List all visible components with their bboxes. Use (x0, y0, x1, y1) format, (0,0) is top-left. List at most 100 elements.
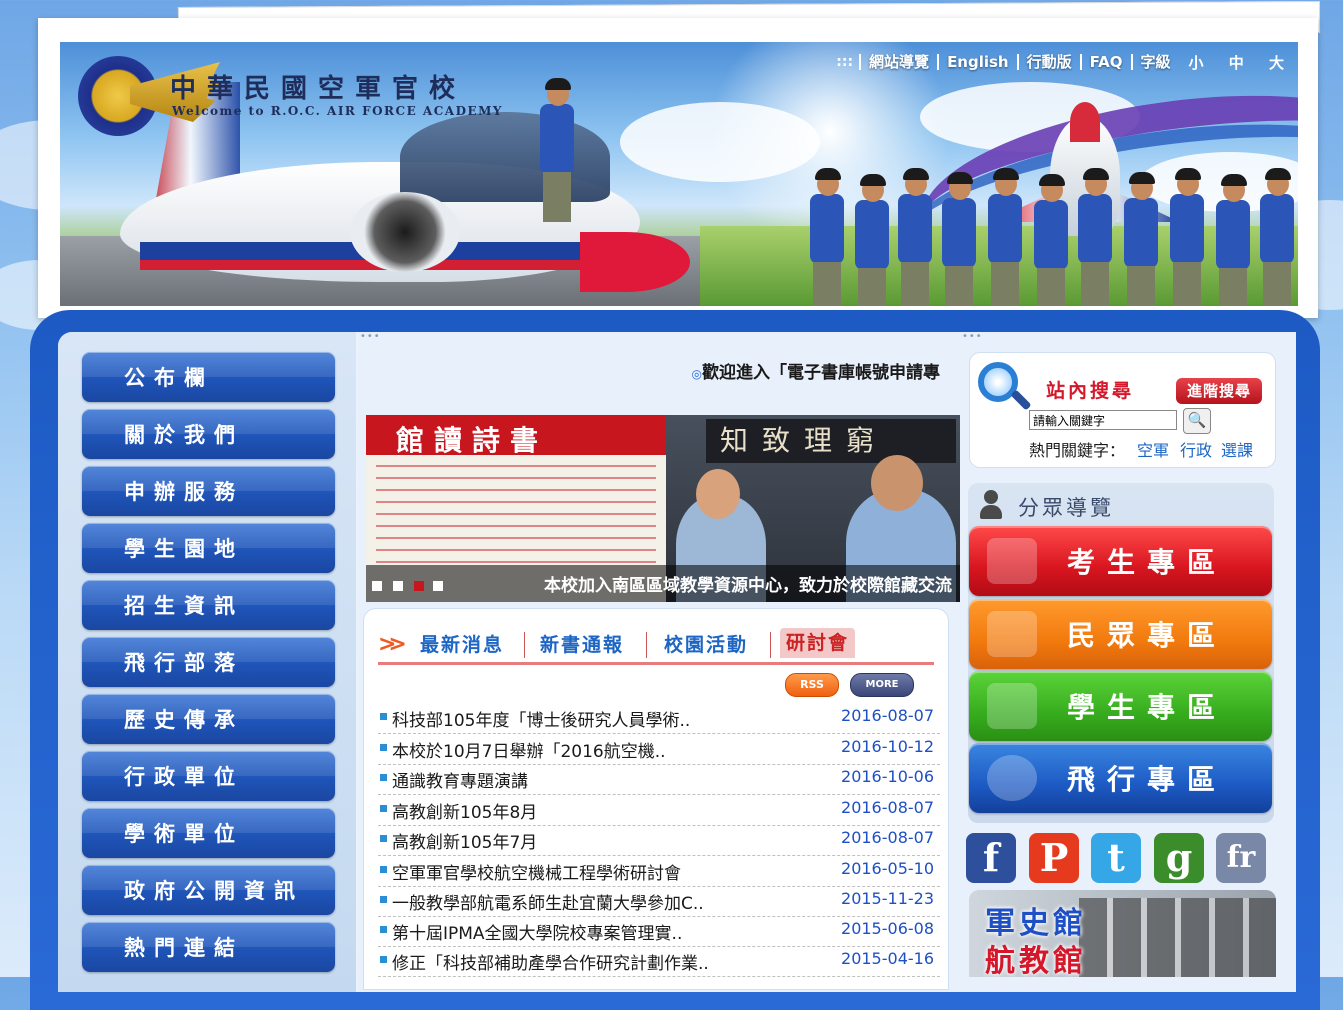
bullet-icon (380, 926, 387, 933)
news-row[interactable]: 一般教學部航電系師生赴宜蘭大學參加C.. 2015-11-23 (378, 886, 940, 917)
sidebar-item-admissions[interactable]: 招生資訊 (82, 580, 335, 630)
news-row[interactable]: 科技部105年度「博士後研究人員學術.. 2016-08-07 (378, 703, 940, 734)
news-date: 2016-10-06 (841, 767, 934, 786)
zone-public[interactable]: 民眾專區 (969, 599, 1272, 669)
news-title[interactable]: 本校於10月7日舉辦「2016航空機.. (392, 737, 666, 762)
font-size-options[interactable]: 小 中 大 (1179, 52, 1298, 73)
zone-students[interactable]: 學生專區 (969, 671, 1272, 741)
zone-label: 民眾專區 (1067, 619, 1228, 652)
news-date: 2015-06-08 (841, 919, 934, 938)
news-row[interactable]: 本校於10月7日舉辦「2016航空機.. 2016-10-12 (378, 734, 940, 765)
news-title[interactable]: 第十屆IPMA全國大學院校專案管理實.. (392, 919, 682, 944)
news-title[interactable]: 科技部105年度「博士後研究人員學術.. (392, 706, 690, 731)
sidebar-item-gov-info[interactable]: 政府公開資訊 (82, 865, 335, 915)
slide-dot-1[interactable] (372, 581, 382, 591)
news-title[interactable]: 高教創新105年8月 (392, 798, 537, 823)
marquee-text[interactable]: 歡迎進入「電子書庫帳號申請專 (702, 363, 940, 383)
hot-keyword-link[interactable]: 選課 (1221, 437, 1253, 461)
sidebar-item-academic-units[interactable]: 學術單位 (82, 808, 335, 858)
nav-link-english[interactable]: English (937, 54, 1017, 70)
pilot-figure (1260, 168, 1294, 306)
news-row[interactable]: 空軍軍官學校航空機械工程學術研討會 2016-05-10 (378, 856, 940, 887)
hot-keyword-link[interactable]: 行政 (1180, 437, 1212, 461)
search-input[interactable] (1029, 410, 1177, 430)
plurk-icon[interactable]: P (1029, 833, 1079, 883)
banner-cloud (620, 102, 820, 182)
news-title[interactable]: 空軍軍官學校航空機械工程學術研討會 (392, 859, 681, 884)
audience-nav-title: 分眾導覽 (1018, 496, 1114, 520)
pilot-figure (1078, 168, 1112, 306)
top-navigation: ::: 網站導覽 English 行動版 FAQ 字級 小 中 大 (830, 50, 1298, 74)
news-row[interactable]: 第十屆IPMA全國大學院校專案管理實.. 2015-06-08 (378, 916, 940, 947)
search-title: 站內搜尋 (1046, 380, 1135, 402)
slide-plaque: 知致理窮 (706, 419, 956, 463)
sidebar-item-bulletin[interactable]: 公布欄 (82, 352, 335, 402)
sidebar-item-students[interactable]: 學生園地 (82, 523, 335, 573)
tab-seminars[interactable]: 研討會 (780, 628, 856, 658)
divider-dots: ••• (962, 331, 983, 342)
nav-link-faq[interactable]: FAQ (1079, 54, 1131, 70)
news-title[interactable]: 高教創新105年7月 (392, 828, 537, 853)
search-submit-icon[interactable]: 🔍 (1183, 408, 1211, 434)
news-title[interactable]: 修正「科技部補助產學合作研究計劃作業.. (392, 949, 709, 974)
sidebar-item-flight-blog[interactable]: 飛行部落 (82, 637, 335, 687)
sidebar-item-services[interactable]: 申辦服務 (82, 466, 335, 516)
site-title[interactable]: 中華民國空軍官校 (170, 68, 466, 105)
news-row[interactable]: 通識教育專題演講 2016-10-06 (378, 764, 940, 795)
slide-caption[interactable]: 本校加入南區區域教學資源中心，致力於校際館藏交流 (544, 571, 952, 596)
sidebar-item-about[interactable]: 關於我們 (82, 409, 335, 459)
person-icon (980, 490, 1002, 520)
pilot-figure (855, 174, 889, 306)
advanced-search-button[interactable]: 進階搜尋 (1176, 378, 1262, 404)
zone-applicants[interactable]: 考生專區 (969, 526, 1272, 596)
museum-banner[interactable]: 軍史館 航教館 (969, 890, 1276, 977)
tablet-icon (987, 683, 1037, 729)
news-title[interactable]: 一般教學部航電系師生赴宜蘭大學參加C.. (392, 889, 704, 914)
zone-label: 飛行專區 (1067, 763, 1228, 796)
bullet-icon (380, 866, 387, 873)
facebook-icon[interactable]: f (966, 833, 1016, 883)
news-title[interactable]: 通識教育專題演講 (392, 767, 528, 792)
news-row[interactable]: 高教創新105年7月 2016-08-07 (378, 825, 940, 856)
rss-button[interactable]: RSS (785, 673, 839, 697)
news-row[interactable]: 高教創新105年8月 2016-08-07 (378, 795, 940, 826)
zone-flight[interactable]: 飛行專區 (969, 743, 1272, 813)
bullet-icon (380, 835, 387, 842)
sidebar-item-hot-links[interactable]: 熱門連結 (82, 922, 335, 972)
tab-campus-activities[interactable]: 校園活動 (664, 630, 748, 657)
globe-icon (987, 755, 1037, 801)
tab-divider (770, 632, 771, 658)
pilot-figure (898, 168, 932, 306)
jet-canopy (400, 112, 610, 202)
marquee-bullet-icon: ◎ (691, 367, 702, 381)
nav-accesskey[interactable]: ::: (830, 54, 859, 70)
hot-keyword-link[interactable]: 空軍 (1137, 437, 1169, 461)
jet2-nose (1070, 102, 1100, 142)
slide-caption-bar: 本校加入南區區域教學資源中心，致力於校際館藏交流 (366, 565, 960, 602)
nav-link-mobile[interactable]: 行動版 (1016, 54, 1080, 70)
tab-new-books[interactable]: 新書通報 (540, 630, 624, 657)
nav-link-sitemap[interactable]: 網站導覽 (859, 54, 937, 70)
jet-intake (350, 192, 460, 272)
news-date: 2015-11-23 (841, 889, 934, 908)
slide-person-head (871, 455, 923, 511)
news-row[interactable]: 修正「科技部補助產學合作研究計劃作業.. 2015-04-16 (378, 946, 940, 977)
twitter-icon[interactable]: t (1091, 833, 1141, 883)
tab-latest-news[interactable]: 最新消息 (420, 630, 504, 657)
announcement-marquee[interactable]: ◎歡迎進入「電子書庫帳號申請專 (368, 358, 940, 384)
double-chevron-icon: >> (378, 632, 407, 657)
pilot-figure (942, 172, 976, 306)
sidebar-item-history[interactable]: 歷史傳承 (82, 694, 335, 744)
slide-dot-4[interactable] (433, 581, 443, 591)
slide-dot-2[interactable] (393, 581, 403, 591)
more-button[interactable]: MORE (850, 673, 914, 697)
flickr-icon[interactable]: fr (1216, 833, 1266, 883)
bullet-icon (380, 774, 387, 781)
news-slideshow[interactable]: 館讀詩書 知致理窮 本校加入南區區域教學資源中心，致力於校際館藏交流 (366, 415, 960, 602)
slide-dot-3[interactable] (414, 581, 424, 591)
sidebar-item-admin-units[interactable]: 行政單位 (82, 751, 335, 801)
google-icon[interactable]: g (1154, 833, 1204, 883)
news-date: 2016-05-10 (841, 859, 934, 878)
news-tabs: >> 最新消息 新書通報 校園活動 研討會 (378, 628, 934, 665)
bullet-icon (380, 956, 387, 963)
